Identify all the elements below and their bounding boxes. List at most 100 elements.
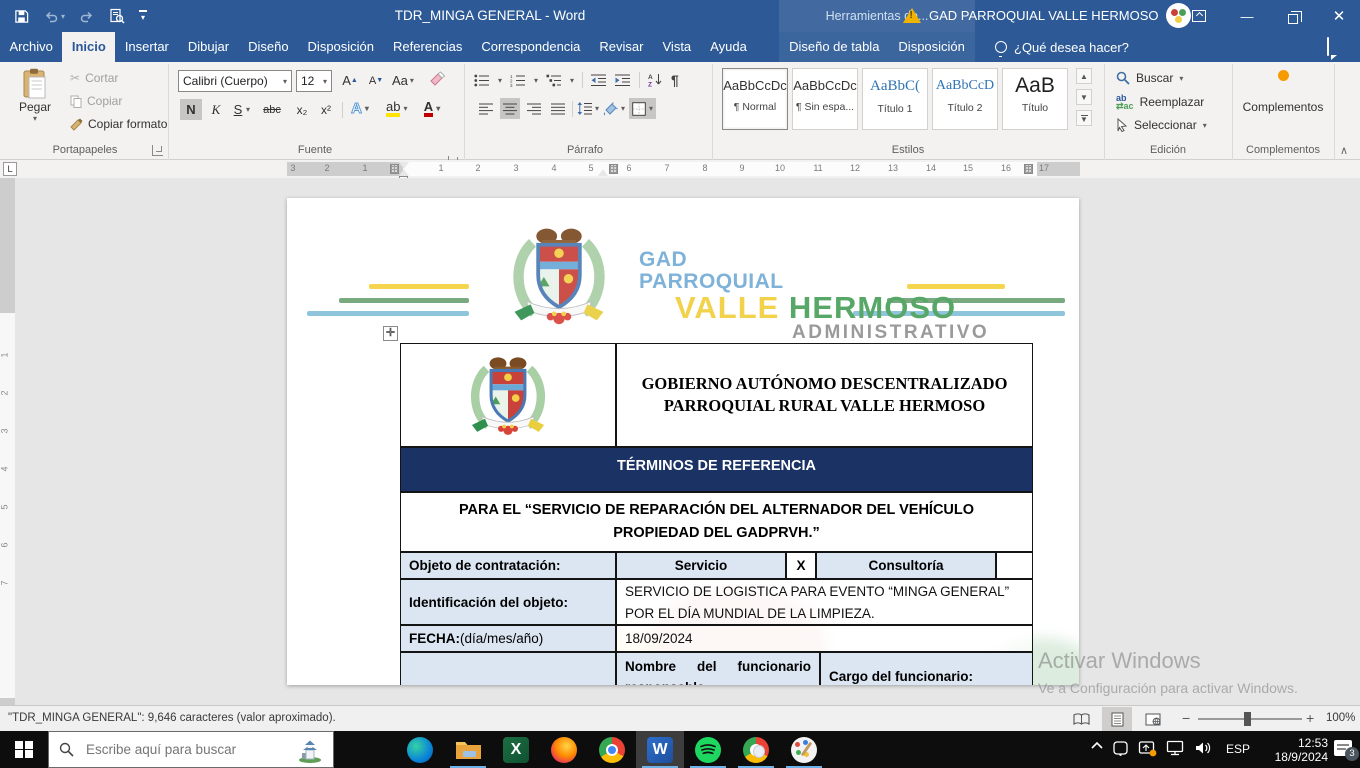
search-input[interactable] xyxy=(84,741,287,758)
align-right-icon[interactable] xyxy=(524,98,544,119)
styles-scroll-up-icon[interactable]: ▲ xyxy=(1076,68,1092,84)
right-indent-marker-icon[interactable] xyxy=(598,169,608,176)
align-center-icon[interactable] xyxy=(500,98,520,119)
account-area[interactable]: GAD PARROQUIAL VALLE HERMOSO xyxy=(903,3,1191,28)
tab-diseno[interactable]: Diseño xyxy=(239,32,298,62)
underline-dropdown-icon[interactable]: ▾ xyxy=(246,105,250,114)
zoom-slider-handle[interactable] xyxy=(1244,712,1251,726)
table-column-marker-icon[interactable] xyxy=(1024,164,1033,174)
styles-more-icon[interactable]: ▼ xyxy=(1076,110,1092,126)
tab-ayuda[interactable]: Ayuda xyxy=(701,32,757,62)
close-button[interactable]: ✕ xyxy=(1326,5,1352,27)
select-button[interactable]: Seleccionar▾ xyxy=(1116,118,1207,132)
taskbar-chrome-icon[interactable] xyxy=(588,731,636,768)
italic-button[interactable]: K xyxy=(206,99,226,120)
collapse-ribbon-icon[interactable]: ∧ xyxy=(1340,144,1348,157)
ribbon-display-options-button[interactable] xyxy=(1186,5,1212,27)
addins-button[interactable]: Complementos xyxy=(1240,70,1326,114)
style-titulo[interactable]: AaB Título xyxy=(1002,68,1068,130)
table-cell-banner[interactable]: TÉRMINOS DE REFERENCIA xyxy=(400,447,1033,492)
clear-formatting-icon[interactable] xyxy=(428,71,446,87)
table-cell-consultoria[interactable]: Consultoría xyxy=(816,552,996,579)
show-paragraph-marks-icon[interactable]: ¶ xyxy=(671,72,679,88)
strikethrough-button[interactable]: abc xyxy=(262,99,282,120)
document-page[interactable]: GAD PARROQUIAL VALLE HERMOSO ADMINISTRAT… xyxy=(287,198,1079,685)
styles-scroll-down-icon[interactable]: ▼ xyxy=(1076,89,1092,105)
change-case-button[interactable]: Aa▾ xyxy=(392,70,414,91)
borders-icon[interactable]: ▾ xyxy=(629,98,656,119)
table-cell-fecha-label[interactable]: FECHA: (día/mes/año) xyxy=(400,625,616,652)
taskbar-clock[interactable]: 12:53 18/9/2024 xyxy=(1258,736,1328,764)
table-cell-org-name[interactable]: GOBIERNO AUTÓNOMO DESCENTRALIZADOPARROQU… xyxy=(616,343,1033,447)
superscript-button[interactable]: x² xyxy=(316,99,336,120)
tab-referencias[interactable]: Referencias xyxy=(384,32,472,62)
line-spacing-icon[interactable]: ▾ xyxy=(577,98,599,119)
grow-font-button[interactable]: A▲ xyxy=(340,70,360,91)
taskbar-search-box[interactable] xyxy=(48,731,334,768)
table-cell-subject[interactable]: PARA EL “SERVICIO DE REPARACIÓN DEL ALTE… xyxy=(400,492,1033,552)
tab-archivo[interactable]: Archivo xyxy=(0,32,62,62)
table-cell-func-cargo-label[interactable]: Cargo del funcionario: xyxy=(820,652,1033,685)
align-left-icon[interactable] xyxy=(476,98,496,119)
replace-button[interactable]: ab⇄ac Reemplazar xyxy=(1116,94,1204,110)
style-sin-espaciado[interactable]: AaBbCcDc ¶ Sin espa... xyxy=(792,68,858,130)
table-column-marker-icon[interactable] xyxy=(609,164,618,174)
tab-insertar[interactable]: Insertar xyxy=(115,32,178,62)
minimize-button[interactable]: — xyxy=(1234,5,1260,27)
cut-button[interactable]: ✂ Cortar xyxy=(70,71,118,85)
taskbar-paint-icon[interactable] xyxy=(780,731,828,768)
word-count-status[interactable]: "TDR_MINGA GENERAL": 9,646 caracteres (v… xyxy=(8,712,336,724)
taskbar-edge-icon[interactable] xyxy=(396,731,444,768)
copy-button[interactable]: Copiar xyxy=(70,94,122,108)
taskbar-excel-icon[interactable]: X xyxy=(492,731,540,768)
shading-icon[interactable]: ▾ xyxy=(603,98,625,119)
hanging-indent-marker-icon[interactable] xyxy=(399,169,409,176)
first-line-indent-marker-icon[interactable] xyxy=(399,162,409,169)
table-cell-logo[interactable] xyxy=(400,343,616,447)
tray-update-icon[interactable] xyxy=(1138,740,1157,757)
text-effects-button[interactable]: A▾ xyxy=(350,98,370,119)
tell-me-box[interactable]: ¿Qué desea hacer? xyxy=(995,32,1129,62)
table-cell-func-name-label[interactable]: Nombre del funcionario responsable: xyxy=(616,652,820,685)
tab-dibujar[interactable]: Dibujar xyxy=(178,32,238,62)
clipboard-dialog-launcher-icon[interactable] xyxy=(152,145,163,156)
horizontal-ruler[interactable]: 3 2 1 1 2 3 4 5 6 7 8 9 10 11 12 13 14 1… xyxy=(287,162,1080,176)
style-normal[interactable]: AaBbCcDc ¶ Normal xyxy=(722,68,788,130)
document-area[interactable]: 1 2 3 4 5 6 7 GAD PARROQUIAL VALLE HERMO… xyxy=(0,178,1360,705)
tray-device-icon[interactable] xyxy=(1112,740,1129,757)
decrease-indent-icon[interactable] xyxy=(591,74,607,87)
zoom-out-button[interactable]: − xyxy=(1182,710,1190,726)
multilevel-list-icon[interactable] xyxy=(546,74,562,87)
tab-correspondencia[interactable]: Correspondencia xyxy=(472,32,590,62)
tab-disposicion[interactable]: Disposición xyxy=(298,32,383,62)
tab-inicio[interactable]: Inicio xyxy=(62,32,115,62)
underline-button[interactable]: S xyxy=(228,99,248,120)
taskbar-chrome-profile-icon[interactable] xyxy=(732,731,780,768)
tab-diseno-de-tabla[interactable]: Diseño de tabla xyxy=(780,32,889,62)
table-cell-funcionario-label[interactable]: Funcionario responsable: xyxy=(400,652,616,685)
subscript-button[interactable]: x₂ xyxy=(292,99,312,120)
sort-icon[interactable]: AZ xyxy=(648,73,663,87)
tab-disposicion-tabla[interactable]: Disposición xyxy=(889,32,974,62)
tray-network-icon[interactable] xyxy=(1166,740,1185,756)
font-name-combobox[interactable]: Calibri (Cuerpo)▾ xyxy=(178,70,292,92)
numbering-icon[interactable]: 123 xyxy=(510,74,526,87)
tab-vista[interactable]: Vista xyxy=(653,32,701,62)
zoom-level[interactable]: 100% xyxy=(1326,712,1355,724)
notification-center-icon[interactable]: 3 xyxy=(1334,740,1352,756)
table-column-marker-icon[interactable] xyxy=(390,164,399,174)
tab-stop-selector[interactable]: L xyxy=(3,162,17,176)
feedback-comment-icon[interactable] xyxy=(1327,38,1329,56)
find-button[interactable]: Buscar▾ xyxy=(1116,71,1183,85)
table-cell-empty[interactable] xyxy=(996,552,1033,579)
bold-button[interactable]: N xyxy=(180,99,202,120)
table-cell-ident-value[interactable]: SERVICIO DE LOGISTICA PARA EVENTO “MINGA… xyxy=(616,579,1033,625)
web-layout-button[interactable] xyxy=(1138,707,1168,731)
highlight-color-button[interactable]: ab▾ xyxy=(386,98,407,119)
font-size-combobox[interactable]: 12▾ xyxy=(296,70,332,92)
taskbar-firefox-icon[interactable] xyxy=(540,731,588,768)
tray-volume-icon[interactable] xyxy=(1194,740,1213,756)
style-titulo-2[interactable]: AaBbCcD Título 2 xyxy=(932,68,998,130)
language-indicator[interactable]: ESP xyxy=(1226,742,1250,756)
tray-show-hidden-icons[interactable] xyxy=(1090,740,1104,752)
